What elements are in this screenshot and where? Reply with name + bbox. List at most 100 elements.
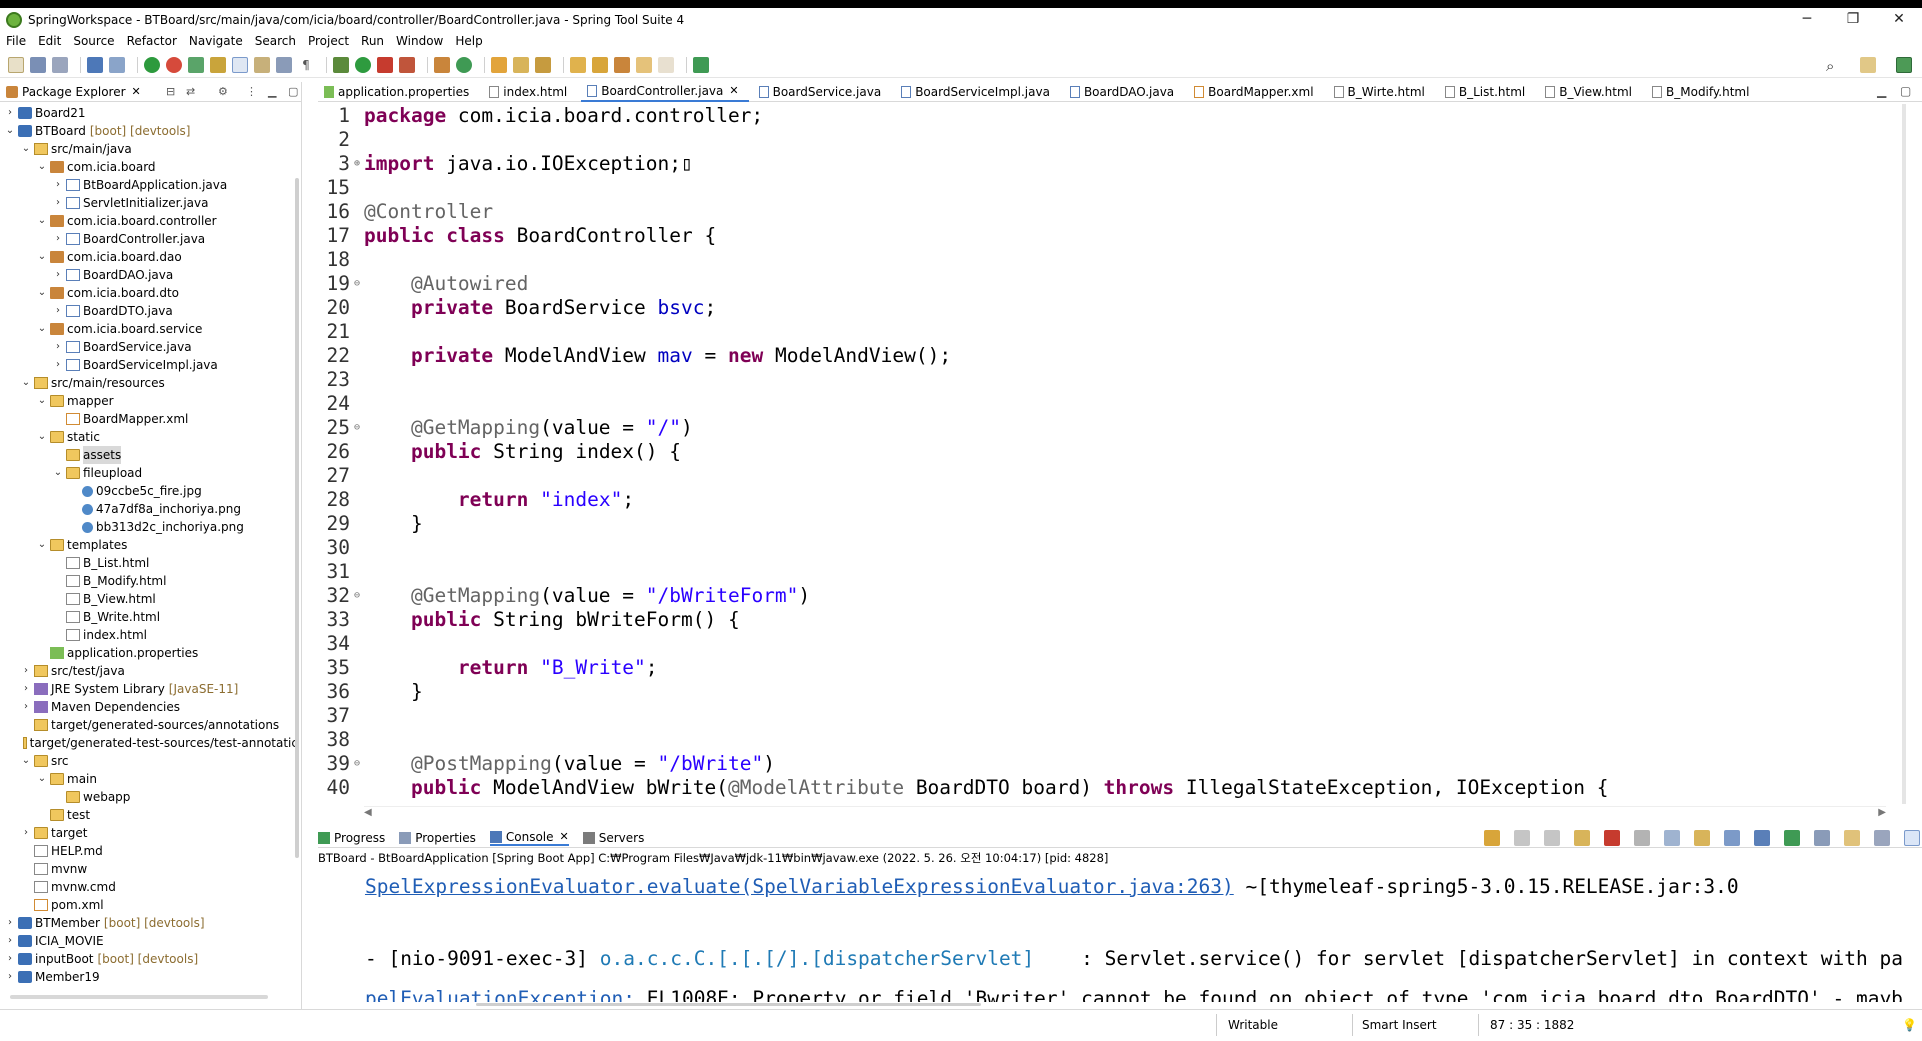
fold-marker-icon[interactable]: [354, 104, 362, 128]
copy-console-icon[interactable]: [1874, 830, 1890, 846]
collapse-arrow-icon[interactable]: ›: [4, 968, 16, 984]
link-with-editor-icon[interactable]: ⇄: [186, 85, 195, 98]
console-output[interactable]: SpelExpressionEvaluator.evaluate(SpelVar…: [318, 866, 1902, 1002]
menu-file[interactable]: File: [6, 34, 26, 48]
last-edit-location-icon[interactable]: [614, 56, 630, 73]
tree-item[interactable]: mvnw.cmd: [0, 878, 298, 896]
fold-marker-icon[interactable]: [354, 176, 362, 200]
tree-item[interactable]: › ICIA_MOVIE: [0, 932, 298, 950]
fold-marker-icon[interactable]: ⊖: [354, 272, 362, 296]
skip-breakpoints-icon[interactable]: [109, 56, 125, 73]
new-java-package-icon[interactable]: [434, 56, 450, 73]
tree-item[interactable]: ⌄ static: [0, 428, 298, 446]
fold-marker-icon[interactable]: [354, 368, 362, 392]
fold-marker-icon[interactable]: [354, 296, 362, 320]
forward-icon[interactable]: [658, 56, 674, 73]
toggle-console-icon[interactable]: [1904, 830, 1920, 846]
fold-marker-icon[interactable]: [354, 392, 362, 416]
tree-item[interactable]: › BoardDAO.java: [0, 266, 298, 284]
spring-perspective-icon[interactable]: [1896, 57, 1912, 73]
tree-item[interactable]: ⌄ BTBoard [boot] [devtools]: [0, 122, 298, 140]
collapse-all-icon[interactable]: ⊟: [166, 85, 175, 98]
pin-editor-icon[interactable]: [693, 56, 709, 73]
expand-arrow-icon[interactable]: ⌄: [4, 122, 16, 140]
menu-window[interactable]: Window: [396, 34, 443, 48]
fold-marker-icon[interactable]: ⊖: [354, 584, 362, 608]
scroll-lock-icon[interactable]: [1664, 830, 1680, 846]
tree-item[interactable]: › BoardDTO.java: [0, 302, 298, 320]
editor-vertical-scrollbar[interactable]: [1902, 104, 1906, 804]
tree-item[interactable]: › target: [0, 824, 298, 842]
fold-marker-icon[interactable]: [354, 680, 362, 704]
tree-horizontal-scrollbar[interactable]: [10, 995, 268, 999]
new-icon[interactable]: [8, 56, 24, 73]
search-icon[interactable]: ⌕: [1826, 57, 1834, 75]
run-icon[interactable]: [355, 56, 371, 73]
console-horizontal-scrollbar[interactable]: [476, 1003, 981, 1006]
open-console-icon[interactable]: [1814, 830, 1830, 846]
menu-navigate[interactable]: Navigate: [189, 34, 243, 48]
expand-arrow-icon[interactable]: ⌄: [52, 464, 64, 482]
tree-item[interactable]: index.html: [0, 626, 298, 644]
tree-item[interactable]: ⌄ templates: [0, 536, 298, 554]
fold-marker-icon[interactable]: ⊖: [354, 416, 362, 440]
editor-tab[interactable]: B_Wirte.html: [1328, 82, 1435, 102]
console-tab[interactable]: Properties: [399, 831, 476, 845]
tree-item[interactable]: › BoardService.java: [0, 338, 298, 356]
boot-dashboard-icon[interactable]: [144, 56, 160, 73]
tree-item[interactable]: › BtBoardApplication.java: [0, 176, 298, 194]
collapse-arrow-icon[interactable]: ›: [20, 662, 32, 680]
pilcrow-icon[interactable]: ¶: [298, 56, 314, 73]
fold-marker-icon[interactable]: [354, 320, 362, 344]
tree-item[interactable]: 09ccbe5c_fire.jpg: [0, 482, 298, 500]
fold-marker-icon[interactable]: [354, 224, 362, 248]
next-annotation-icon[interactable]: [570, 56, 586, 73]
console-tab[interactable]: Console ✕: [489, 829, 569, 846]
tree-item[interactable]: › BoardServiceImpl.java: [0, 356, 298, 374]
tree-item[interactable]: target/generated-sources/annotations: [0, 716, 298, 734]
maximize-editor-icon[interactable]: ▢: [1900, 84, 1911, 98]
open-perspective-icon[interactable]: [1860, 57, 1876, 73]
editor-tab[interactable]: BoardController.java ✕: [581, 81, 749, 102]
collapse-arrow-icon[interactable]: ›: [52, 338, 64, 356]
tree-item[interactable]: ⌄ src: [0, 752, 298, 770]
tree-item[interactable]: › Member19: [0, 968, 298, 984]
close-tab-icon[interactable]: ✕: [729, 84, 738, 97]
tree-item[interactable]: application.properties: [0, 644, 298, 662]
fold-marker-icon[interactable]: [354, 488, 362, 512]
editor-tab[interactable]: BoardDAO.java: [1064, 82, 1184, 102]
expand-arrow-icon[interactable]: ⌄: [20, 752, 32, 770]
collapse-arrow-icon[interactable]: ›: [4, 932, 16, 950]
expand-arrow-icon[interactable]: ⌄: [36, 392, 48, 410]
scroll-left-icon[interactable]: ◀: [364, 807, 372, 818]
expand-arrow-icon[interactable]: ⌄: [36, 770, 48, 788]
editor-tab[interactable]: BoardServiceImpl.java: [895, 82, 1060, 102]
close-tab-icon[interactable]: ✕: [560, 830, 569, 843]
menu-search[interactable]: Search: [255, 34, 296, 48]
tree-item[interactable]: HELP.md: [0, 842, 298, 860]
show-whitespace-icon[interactable]: [276, 56, 292, 73]
minimize-editor-icon[interactable]: ▁: [1877, 84, 1886, 98]
collapse-arrow-icon[interactable]: ›: [20, 824, 32, 842]
collapse-arrow-icon[interactable]: ›: [52, 176, 64, 194]
tree-item[interactable]: › Maven Dependencies: [0, 698, 298, 716]
debug-toolbar-icon[interactable]: [1574, 830, 1590, 846]
tree-item[interactable]: › src/test/java: [0, 662, 298, 680]
menu-edit[interactable]: Edit: [38, 34, 61, 48]
terminal-icon[interactable]: [87, 56, 103, 73]
tree-item[interactable]: ⌄ com.icia.board: [0, 158, 298, 176]
external-tools-icon[interactable]: [399, 56, 415, 73]
tree-item[interactable]: bb313d2c_inchoriya.png: [0, 518, 298, 536]
tree-item[interactable]: › BTMember [boot] [devtools]: [0, 914, 298, 932]
open-task-icon[interactable]: [513, 56, 529, 73]
console-tab[interactable]: Progress: [318, 831, 385, 845]
menu-refactor[interactable]: Refactor: [127, 34, 177, 48]
collapse-arrow-icon[interactable]: ›: [52, 194, 64, 212]
search-toolbar-icon[interactable]: [535, 56, 551, 73]
expand-arrow-icon[interactable]: ⌄: [36, 320, 48, 338]
remove-launch-icon[interactable]: [1514, 830, 1530, 846]
collapse-arrow-icon[interactable]: ›: [20, 698, 32, 716]
fold-marker-icon[interactable]: [354, 608, 362, 632]
scroll-right-icon[interactable]: ▶: [1878, 807, 1886, 818]
tree-item[interactable]: B_List.html: [0, 554, 298, 572]
